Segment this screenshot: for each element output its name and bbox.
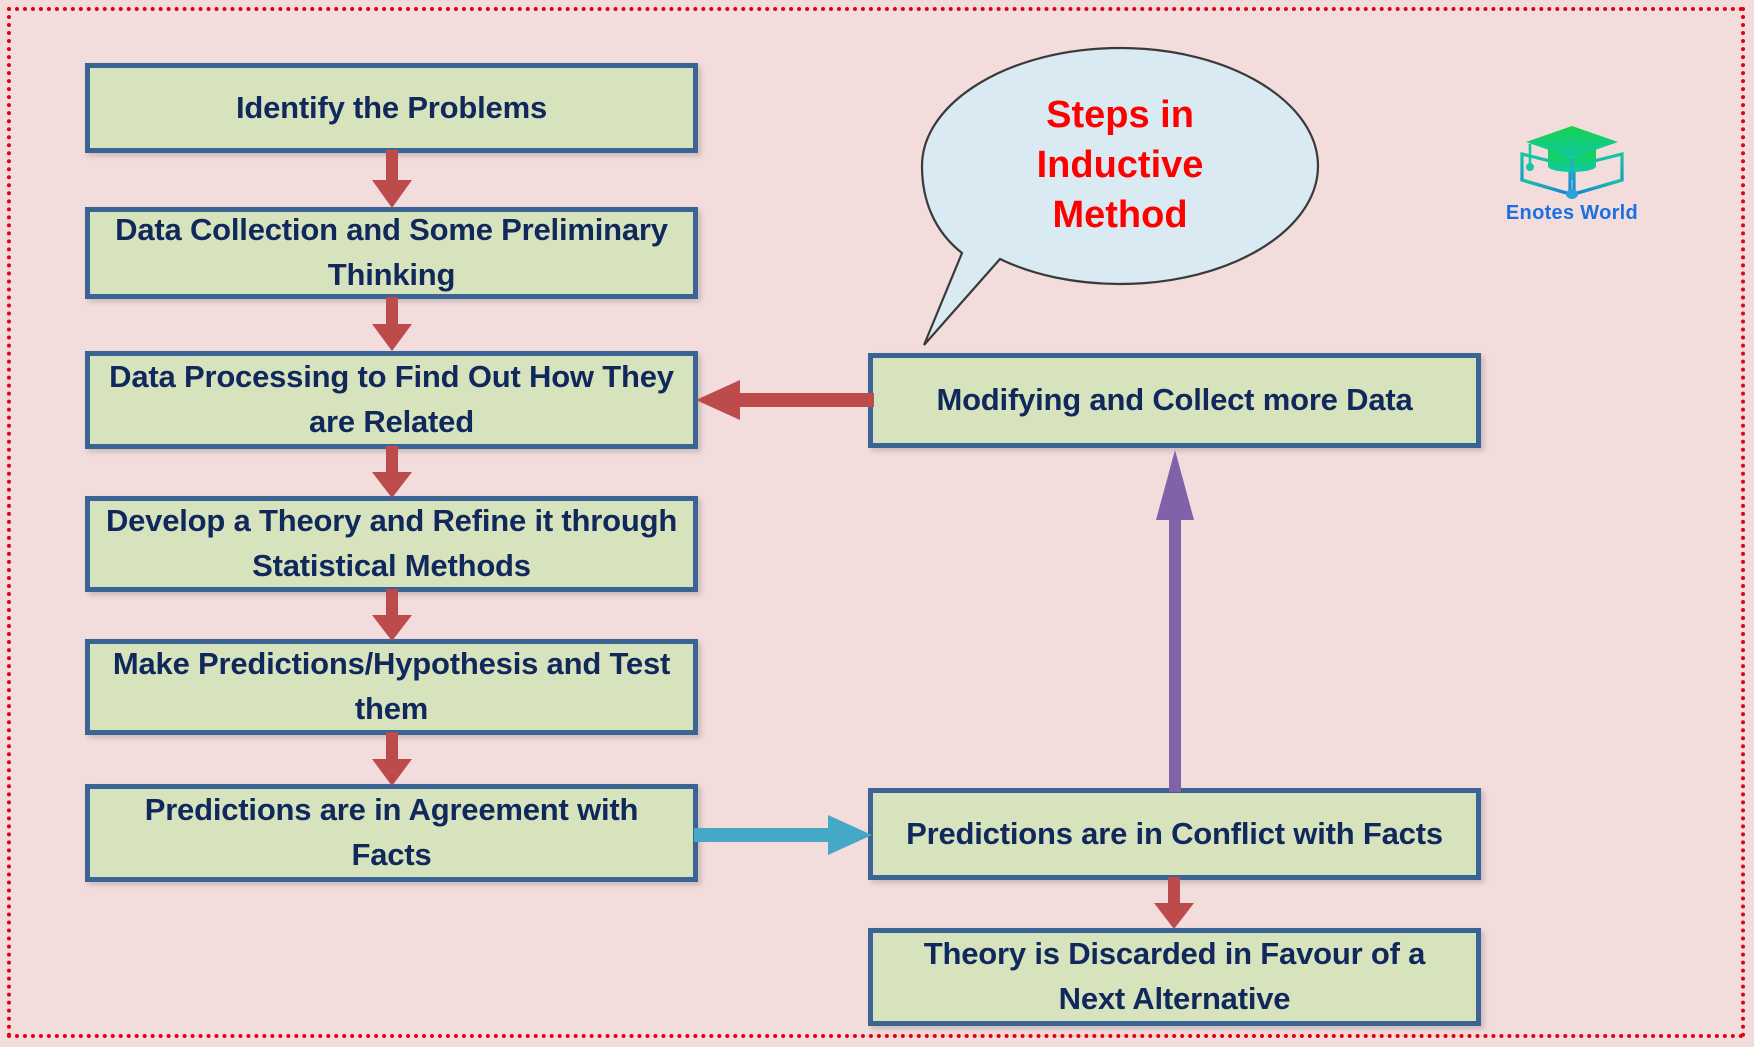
bubble-line-2: Inductive bbox=[1036, 143, 1204, 186]
flow-node-data-processing[interactable]: Data Processing to Find Out How They are… bbox=[85, 351, 698, 449]
flow-node-predictions-conflict[interactable]: Predictions are in Conflict with Facts bbox=[868, 788, 1481, 880]
connector-conflict-to-discarded bbox=[1150, 877, 1198, 933]
flow-node-label: Data Collection and Some Preliminary Thi… bbox=[115, 212, 668, 292]
connector-predictions-to-agreement bbox=[368, 732, 416, 790]
connector-collection-to-processing bbox=[368, 297, 416, 355]
flow-node-label: Data Processing to Find Out How They are… bbox=[109, 359, 674, 439]
brand-logo-text: Enotes World bbox=[1505, 202, 1639, 224]
flow-node-label: Predictions are in Agreement with Facts bbox=[144, 792, 639, 872]
flow-node-modifying-collect-more-data[interactable]: Modifying and Collect more Data bbox=[868, 353, 1481, 448]
flow-node-develop-a-theory[interactable]: Develop a Theory and Refine it through S… bbox=[85, 496, 698, 592]
flow-node-theory-discarded[interactable]: Theory is Discarded in Favour of a Next … bbox=[868, 928, 1481, 1026]
connector-conflict-to-modify bbox=[1152, 444, 1198, 792]
flow-node-label: Develop a Theory and Refine it through S… bbox=[105, 503, 678, 583]
bubble-line-3: Method bbox=[1052, 194, 1188, 237]
bubble-line-1: Steps in bbox=[1046, 93, 1194, 136]
flow-node-identify-the-problems[interactable]: Identify the Problems bbox=[85, 63, 698, 153]
connector-processing-to-theory bbox=[368, 446, 416, 502]
connector-modify-to-processing bbox=[694, 376, 874, 424]
flowchart-canvas: Identify the Problems Data Collection an… bbox=[0, 0, 1754, 1047]
flow-node-label: Predictions are in Conflict with Facts bbox=[906, 815, 1443, 851]
flow-node-label: Make Predictions/Hypothesis and Test the… bbox=[112, 646, 671, 726]
title-speech-bubble-text: Steps in Inductive Method bbox=[920, 45, 1320, 285]
connector-theory-to-predictions bbox=[368, 589, 416, 645]
flow-node-make-predictions[interactable]: Make Predictions/Hypothesis and Test the… bbox=[85, 639, 698, 735]
flow-node-label: Modifying and Collect more Data bbox=[936, 382, 1413, 418]
title-speech-bubble: Steps in Inductive Method bbox=[920, 45, 1320, 346]
flow-node-predictions-agreement[interactable]: Predictions are in Agreement with Facts bbox=[85, 784, 698, 882]
brand-logo: Enotes World bbox=[1487, 120, 1657, 230]
flow-node-label: Theory is Discarded in Favour of a Next … bbox=[923, 936, 1426, 1016]
flow-node-data-collection[interactable]: Data Collection and Some Preliminary Thi… bbox=[85, 207, 698, 299]
connector-agreement-to-conflict bbox=[694, 811, 874, 859]
connector-identify-to-collection bbox=[368, 150, 416, 212]
graduation-cap-over-book-icon bbox=[1520, 126, 1624, 199]
flow-node-label: Identify the Problems bbox=[235, 89, 548, 125]
